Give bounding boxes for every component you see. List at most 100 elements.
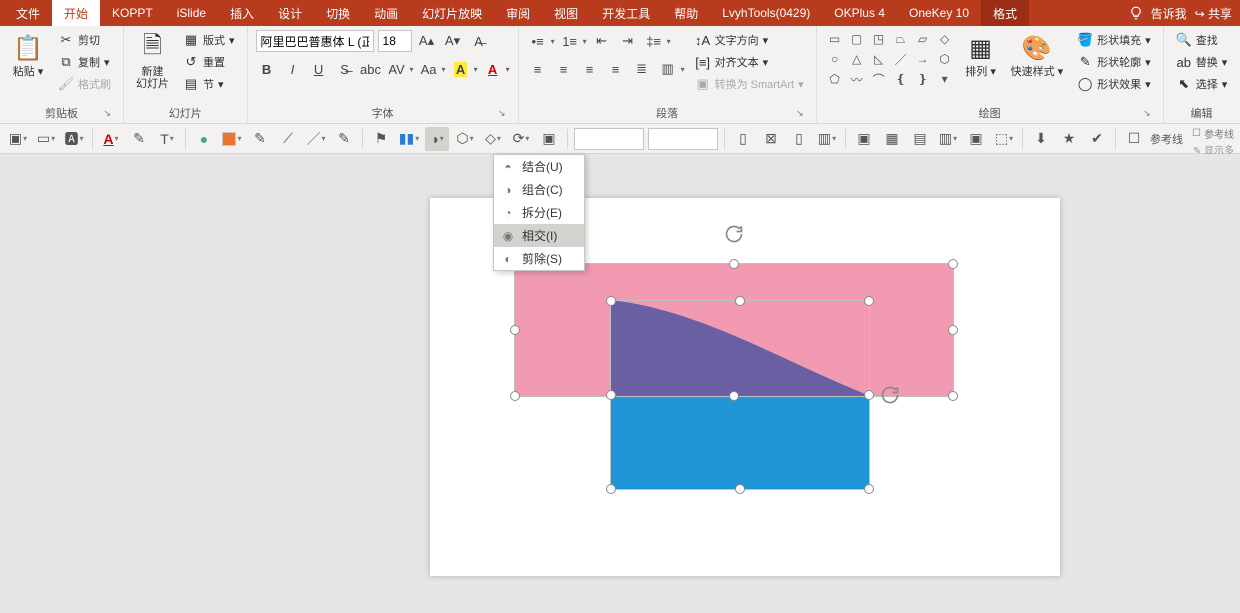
shape-outline-button[interactable]: ✎形状轮廓 ▾ [1073,52,1155,72]
shape-arrow-icon[interactable]: → [913,50,933,68]
tb-guides-toggle[interactable]: ☐ [1122,127,1146,151]
tb-height-input[interactable] [648,128,718,150]
columns-button[interactable]: ▥ [657,58,679,80]
strikethrough-button[interactable]: S̶ [334,58,356,80]
tb-line-icon[interactable]: ／ [304,127,328,151]
tab-animations[interactable]: 动画 [362,0,410,26]
tb-layer-icon[interactable]: ▣ [6,127,30,151]
rotate-handle-icon[interactable] [724,224,744,244]
shape-brace-icon[interactable]: ❴ [891,70,911,88]
shape-arc-icon[interactable]: ⌒ [869,70,889,88]
tb-eyedropper3-icon[interactable]: ✎ [332,127,356,151]
tb-group-icon[interactable]: ▣ [537,127,561,151]
share-button[interactable]: ↪ 共享 [1195,5,1232,22]
tab-onekey[interactable]: OneKey 10 [897,0,981,26]
tb-circle-icon[interactable]: ● [192,127,216,151]
increase-indent-button[interactable]: ⇥ [617,30,639,52]
tb-transform-icon[interactable]: ⟳ [509,127,533,151]
align-text-button[interactable]: [≡]对齐文本 ▾ [691,52,808,72]
tab-lvyhtools[interactable]: LvyhTools(0429) [710,0,822,26]
tb-align-left-icon[interactable]: ▯ [731,127,755,151]
highlight-button[interactable]: A [450,58,472,80]
tb-distribute-icon[interactable]: ▥ [815,127,839,151]
tb-tool1-icon[interactable]: ▣ [852,127,876,151]
tb-align-right-icon[interactable]: ▯ [787,127,811,151]
tb-tool4-icon[interactable]: ▥ [936,127,960,151]
tab-design[interactable]: 设计 [266,0,314,26]
justify-button[interactable]: ≡ [605,58,627,80]
tab-devtools[interactable]: 开发工具 [590,0,662,26]
shadow-button[interactable]: abc [360,58,382,80]
tab-islide[interactable]: iSlide [165,0,218,26]
tb-check-icon[interactable]: ✔ [1085,127,1109,151]
line-spacing-button[interactable]: ‡≡ [643,30,665,52]
tb-width-input[interactable] [574,128,644,150]
tb-tool2-icon[interactable]: ▦ [880,127,904,151]
distributed-button[interactable]: ≣ [631,58,653,80]
font-name-combo[interactable] [256,30,374,52]
tb-picker-icon[interactable]: ⟋ [276,127,300,151]
shape-fill-button[interactable]: 🪣形状填充 ▾ [1073,30,1155,50]
increase-font-button[interactable]: A▴ [416,30,438,52]
menu-combine[interactable]: ◑组合(C) [494,178,584,201]
section-button[interactable]: ▤节 ▾ [179,74,239,94]
copy-button[interactable]: ⧉复制 ▾ [54,52,115,72]
tb-tool5-icon[interactable]: ▣ [964,127,988,151]
dialog-launcher-icon[interactable]: ↘ [1143,108,1151,119]
shape-trapezoid-icon[interactable]: ⏢ [891,30,911,48]
tab-view[interactable]: 视图 [542,0,590,26]
tab-file[interactable]: 文件 [4,0,52,26]
arrange-button[interactable]: ▦ 排列 ▾ [961,30,1001,80]
shape-diamond-icon[interactable]: ◇ [935,30,955,48]
tab-transitions[interactable]: 切换 [314,0,362,26]
menu-subtract[interactable]: ◐剪除(S) [494,247,584,270]
menu-intersect[interactable]: ◉相交(I) [494,224,584,247]
tab-koppt[interactable]: KOPPT [100,0,165,26]
shape-more-icon[interactable]: ▾ [935,70,955,88]
char-spacing-button[interactable]: AV [386,58,408,80]
decrease-indent-button[interactable]: ⇤ [591,30,613,52]
tb-chart-icon[interactable]: ▮▮ [397,127,421,151]
tb-fill-icon[interactable] [220,127,244,151]
tb-edit-points-icon[interactable]: ◇ [481,127,505,151]
reset-button[interactable]: ↺重置 [179,52,239,72]
shapes-gallery[interactable]: ▭▢◳⏢▱◇ ○△◺／→⬡ ⬠〰⌒❴❵▾ [825,30,955,88]
shape-effects-button[interactable]: ◯形状效果 ▾ [1073,74,1155,94]
tb-eyedropper2-icon[interactable]: ✎ [248,127,272,151]
paste-button[interactable]: 📋 粘贴 ▾ [8,30,48,80]
layout-button[interactable]: ▦版式 ▾ [179,30,239,50]
decrease-font-button[interactable]: A▾ [442,30,464,52]
tb-eyedropper-icon[interactable]: ✎ [127,127,151,151]
tb-fontsize-icon[interactable]: T [155,127,179,151]
shape-brace2-icon[interactable]: ❵ [913,70,933,88]
tb-fontcolor-icon[interactable]: A [99,127,123,151]
dialog-launcher-icon[interactable]: ↘ [103,108,111,119]
shape-parallelogram-icon[interactable]: ▱ [913,30,933,48]
tb-textbox-icon[interactable]: 🅰 [62,127,86,151]
numbering-button[interactable]: 1≡ [559,30,581,52]
tb-align-center-icon[interactable]: ⊠ [759,127,783,151]
new-slide-button[interactable]: 🗎 新建 幻灯片 [132,30,173,92]
tb-tool3-icon[interactable]: ▤ [908,127,932,151]
shape-hexagon-icon[interactable]: ⬡ [935,50,955,68]
shape-triangle-icon[interactable]: △ [847,50,867,68]
rotate-handle-icon[interactable] [880,385,900,405]
shape-rectangle-icon[interactable]: ▭ [825,30,845,48]
tb-textbox-frame-icon[interactable]: ▭ [34,127,58,151]
find-button[interactable]: 🔍查找 [1172,30,1232,50]
guides-note[interactable]: ☐ 参考线 [1192,126,1234,141]
shape-rounded-rect-icon[interactable]: ▢ [847,30,867,48]
shape-right-triangle-icon[interactable]: ◺ [869,50,889,68]
tab-okplus[interactable]: OKPlus 4 [822,0,897,26]
quick-styles-button[interactable]: 🎨 快速样式 ▾ [1007,30,1068,80]
bold-button[interactable]: B [256,58,278,80]
change-case-button[interactable]: Aa [418,58,440,80]
shape-line-icon[interactable]: ／ [891,50,911,68]
shape-snip-rect-icon[interactable]: ◳ [869,30,889,48]
underline-button[interactable]: U [308,58,330,80]
align-center-button[interactable]: ≡ [553,58,575,80]
tab-insert[interactable]: 插入 [218,0,266,26]
bullets-button[interactable]: •≡ [527,30,549,52]
align-left-button[interactable]: ≡ [527,58,549,80]
replace-button[interactable]: ab替换 ▾ [1172,52,1232,72]
